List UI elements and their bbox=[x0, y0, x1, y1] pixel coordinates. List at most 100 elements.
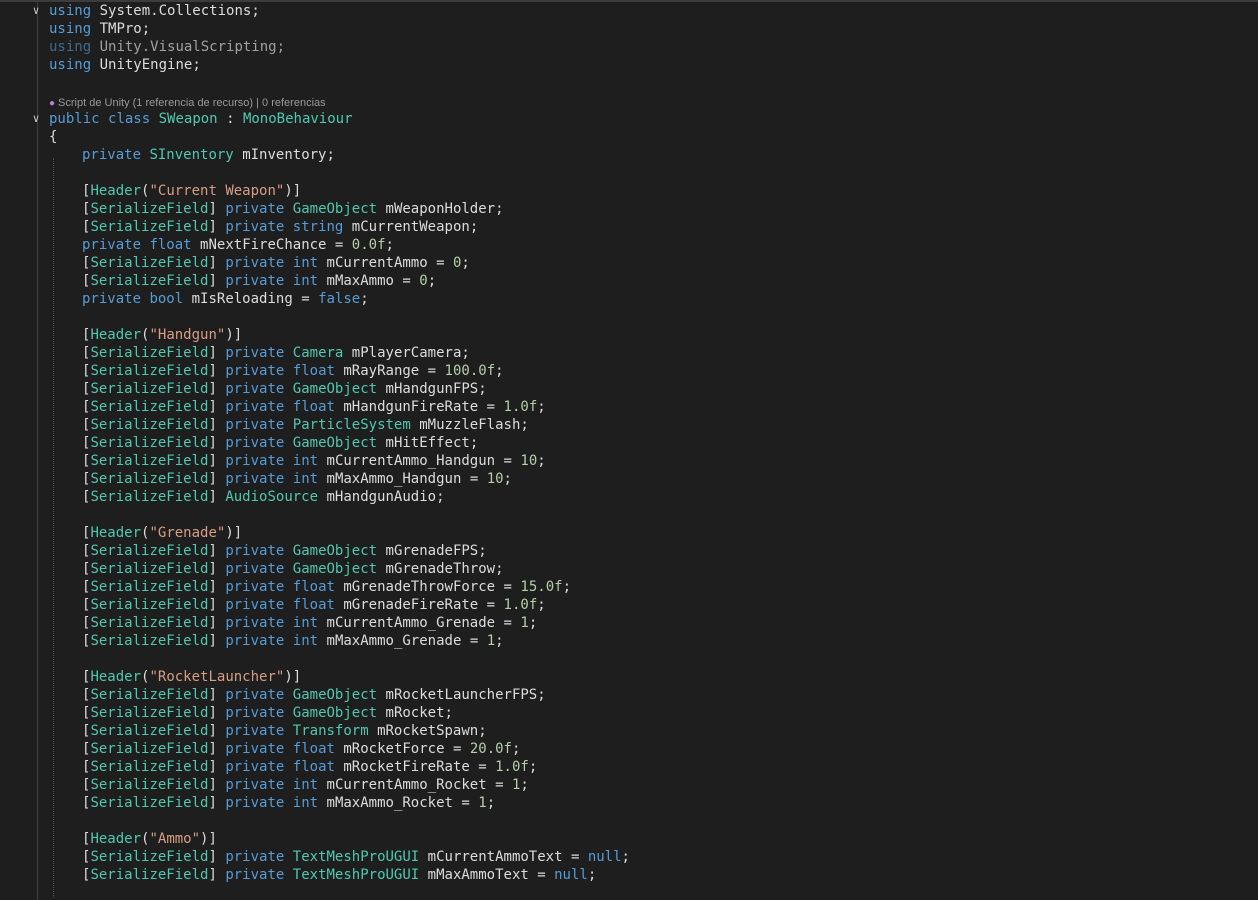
field-name: mRayRange bbox=[343, 363, 420, 379]
field-line[interactable]: [SerializeField] private GameObject mRoc… bbox=[0, 704, 1258, 722]
field-type: TextMeshProUGUI bbox=[292, 849, 420, 865]
class-declaration-line[interactable]: ∨ public class SWeapon : MonoBehaviour bbox=[0, 110, 1258, 128]
field-value: 15.0f bbox=[520, 579, 563, 595]
using-keyword: using bbox=[49, 39, 92, 55]
field-line[interactable]: [SerializeField] private Camera mPlayerC… bbox=[0, 344, 1258, 362]
close-bracket: ] bbox=[208, 849, 217, 865]
field-value: 0 bbox=[419, 273, 428, 289]
fold-chevron-icon[interactable]: ∨ bbox=[29, 2, 43, 20]
code-editor[interactable]: ∨ using System.Collections; using TMPro;… bbox=[0, 2, 1258, 900]
using-line[interactable]: using Unity.VisualScripting; bbox=[0, 38, 1258, 56]
field-line[interactable]: [SerializeField] private int mCurrentAmm… bbox=[0, 254, 1258, 272]
namespace-name: UnityEngine bbox=[99, 57, 193, 73]
field-line[interactable]: [SerializeField] private int mCurrentAmm… bbox=[0, 614, 1258, 632]
close-bracket: ] bbox=[208, 867, 217, 883]
using-line[interactable]: using UnityEngine; bbox=[0, 56, 1258, 74]
close-bracket: ] bbox=[208, 417, 217, 433]
field-line[interactable]: [SerializeField] private float mRocketFi… bbox=[0, 758, 1258, 776]
field-line[interactable]: [SerializeField] private GameObject mRoc… bbox=[0, 686, 1258, 704]
semicolon: ; bbox=[469, 219, 479, 235]
class-keyword: class bbox=[108, 111, 151, 127]
field-line[interactable]: [SerializeField] private int mCurrentAmm… bbox=[0, 452, 1258, 470]
open-brace-line[interactable]: { bbox=[0, 128, 1258, 146]
access-modifier: private bbox=[225, 201, 285, 217]
using-line[interactable]: ∨ using System.Collections; bbox=[0, 2, 1258, 20]
serialize-field-attribute: SerializeField bbox=[90, 219, 209, 235]
field-line[interactable]: [SerializeField] private int mMaxAmmo_Ha… bbox=[0, 470, 1258, 488]
semicolon: ; bbox=[537, 453, 546, 469]
access-modifier: private bbox=[225, 615, 285, 631]
equals-sign: = bbox=[486, 597, 496, 613]
access-modifier: private bbox=[225, 867, 285, 883]
field-name: mMaxAmmoText bbox=[427, 867, 529, 883]
field-line[interactable]: [SerializeField] private int mMaxAmmo = … bbox=[0, 272, 1258, 290]
equals-sign: = bbox=[301, 291, 310, 307]
header-attribute-line[interactable]: [Header("RocketLauncher")] bbox=[0, 668, 1258, 686]
using-line[interactable]: using TMPro; bbox=[0, 20, 1258, 38]
field-line[interactable]: [SerializeField] private GameObject mGre… bbox=[0, 560, 1258, 578]
field-line[interactable]: [SerializeField] private string mCurrent… bbox=[0, 218, 1258, 236]
field-line[interactable]: [SerializeField] private GameObject mGre… bbox=[0, 542, 1258, 560]
equals-sign: = bbox=[427, 363, 437, 379]
using-keyword: using bbox=[49, 57, 92, 73]
serialize-field-attribute: SerializeField bbox=[90, 489, 209, 505]
access-modifier: private bbox=[225, 273, 285, 289]
close-bracket: ] bbox=[208, 489, 217, 505]
field-line[interactable]: [SerializeField] private float mGrenadeT… bbox=[0, 578, 1258, 596]
access-modifier: private bbox=[225, 741, 285, 757]
field-line[interactable]: [SerializeField] private float mRocketFo… bbox=[0, 740, 1258, 758]
field-line[interactable]: [SerializeField] private float mHandgunF… bbox=[0, 398, 1258, 416]
close-bracket: ] bbox=[208, 633, 217, 649]
header-title: RocketLauncher bbox=[157, 669, 276, 685]
field-line[interactable]: [SerializeField] private float mRayRange… bbox=[0, 362, 1258, 380]
field-line[interactable]: private float mNextFireChance = 0.0f; bbox=[0, 236, 1258, 254]
open-brace: { bbox=[49, 129, 58, 145]
fold-chevron-icon[interactable]: ∨ bbox=[29, 110, 43, 128]
field-line[interactable]: [SerializeField] private TextMeshProUGUI… bbox=[0, 866, 1258, 884]
access-modifier: private bbox=[82, 291, 142, 307]
serialize-field-attribute: SerializeField bbox=[90, 453, 209, 469]
serialize-field-attribute: SerializeField bbox=[90, 201, 209, 217]
header-attribute-line[interactable]: [Header("Ammo")] bbox=[0, 830, 1258, 848]
field-name: mHitEffect bbox=[385, 435, 470, 451]
serialize-field-attribute: SerializeField bbox=[90, 615, 209, 631]
field-type: int bbox=[292, 471, 319, 487]
access-modifier: private bbox=[225, 597, 285, 613]
field-line[interactable]: [SerializeField] private ParticleSystem … bbox=[0, 416, 1258, 434]
field-type: bool bbox=[149, 291, 184, 307]
field-type: int bbox=[292, 633, 319, 649]
semicolon: ; bbox=[427, 273, 437, 289]
codelens-references[interactable]: ● Script de Unity (1 referencia de recurs… bbox=[49, 95, 326, 111]
field-value: 1 bbox=[520, 615, 529, 631]
field-line[interactable]: [SerializeField] private GameObject mWea… bbox=[0, 200, 1258, 218]
semicolon: ; bbox=[326, 147, 335, 163]
header-attribute-line[interactable]: [Header("Grenade")] bbox=[0, 524, 1258, 542]
field-line[interactable]: [SerializeField] private int mMaxAmmo_Gr… bbox=[0, 632, 1258, 650]
field-line[interactable]: [SerializeField] private Transform mRock… bbox=[0, 722, 1258, 740]
field-line[interactable]: private bool mIsReloading = false; bbox=[0, 290, 1258, 308]
semicolon: ; bbox=[444, 705, 453, 721]
field-value: null bbox=[554, 867, 588, 883]
field-line[interactable]: [SerializeField] private float mGrenadeF… bbox=[0, 596, 1258, 614]
semicolon: ; bbox=[251, 3, 260, 19]
field-line[interactable]: [SerializeField] private int mMaxAmmo_Ro… bbox=[0, 794, 1258, 812]
field-line[interactable]: [SerializeField] private GameObject mHit… bbox=[0, 434, 1258, 452]
header-attribute-line[interactable]: [Header("Handgun")] bbox=[0, 326, 1258, 344]
semicolon: ; bbox=[512, 741, 521, 757]
field-line[interactable]: [SerializeField] private TextMeshProUGUI… bbox=[0, 848, 1258, 866]
field-line[interactable]: [SerializeField] private GameObject mHan… bbox=[0, 380, 1258, 398]
access-modifier: private bbox=[225, 795, 285, 811]
semicolon: ; bbox=[562, 579, 571, 595]
close-bracket: ] bbox=[208, 615, 217, 631]
field-line[interactable]: [SerializeField] private int mCurrentAmm… bbox=[0, 776, 1258, 794]
field-line[interactable]: private SInventory mInventory; bbox=[0, 146, 1258, 164]
header-attribute-line[interactable]: [Header("Current Weapon")] bbox=[0, 182, 1258, 200]
field-name: mHandgunFPS bbox=[385, 381, 479, 397]
access-modifier: private bbox=[225, 471, 285, 487]
close-paren: ) bbox=[225, 525, 234, 541]
close-bracket: ] bbox=[208, 435, 217, 451]
field-line[interactable]: [SerializeField] AudioSource mHandgunAud… bbox=[0, 488, 1258, 506]
field-type: GameObject bbox=[292, 687, 378, 703]
access-modifier: private bbox=[225, 579, 285, 595]
access-modifier: private bbox=[225, 777, 285, 793]
